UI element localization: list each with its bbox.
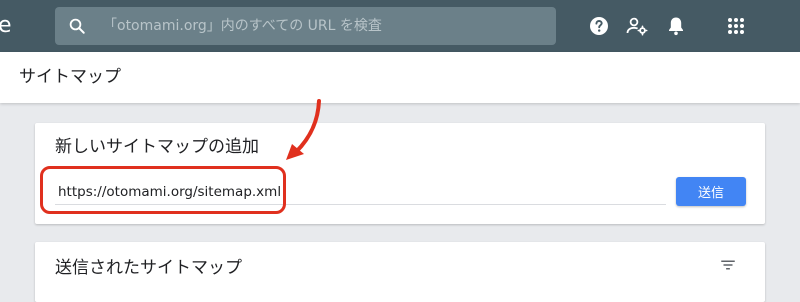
apps-grid-icon[interactable] xyxy=(724,14,748,38)
top-bar: e 「otomami.org」内のすべての URL を検査 xyxy=(0,0,800,52)
add-sitemap-title: 新しいサイトマップの追加 xyxy=(55,137,259,157)
sitemap-url-input[interactable] xyxy=(55,180,666,205)
url-inspection-search[interactable]: 「otomami.org」内のすべての URL を検査 xyxy=(55,7,556,45)
account-settings-icon[interactable] xyxy=(625,14,649,38)
filter-icon[interactable] xyxy=(719,256,737,274)
search-icon xyxy=(69,18,85,34)
pointer-arrow-annotation xyxy=(286,99,321,160)
logo-fragment: e xyxy=(0,13,12,38)
submitted-sitemaps-card: 送信されたサイトマップ xyxy=(35,242,765,302)
page-header: サイトマップ xyxy=(0,52,800,103)
submitted-sitemaps-title: 送信されたサイトマップ xyxy=(55,258,242,278)
add-sitemap-card: 新しいサイトマップの追加 送信 xyxy=(35,123,765,224)
search-placeholder: 「otomami.org」内のすべての URL を検査 xyxy=(103,18,382,34)
help-icon[interactable] xyxy=(587,14,611,38)
notifications-icon[interactable] xyxy=(664,14,688,38)
page-title: サイトマップ xyxy=(19,67,121,87)
submit-button[interactable]: 送信 xyxy=(676,177,746,206)
